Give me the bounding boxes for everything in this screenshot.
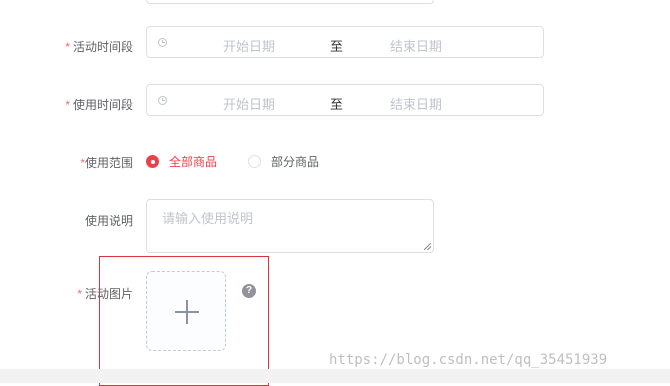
start-date-input[interactable]: 开始日期: [223, 36, 275, 55]
clock-icon: [158, 96, 167, 105]
radio-all-products[interactable]: 全部商品: [146, 153, 217, 169]
question-circle-icon[interactable]: ?: [242, 284, 256, 298]
watermark: https://blog.csdn.net/qq_35451939: [329, 352, 608, 368]
resize-handle-icon[interactable]: [424, 243, 431, 250]
required-mark: *: [77, 287, 82, 301]
bottom-bar: [0, 369, 670, 383]
activity-time-label: * 活动时间段: [65, 40, 133, 54]
clock-icon: [158, 38, 167, 47]
end-date-input[interactable]: 结束日期: [390, 94, 442, 113]
required-mark: *: [65, 98, 70, 112]
end-date-input[interactable]: 结束日期: [390, 36, 442, 55]
activity-time-range-picker[interactable]: 开始日期 至 结束日期: [146, 26, 544, 58]
radio-partial-products[interactable]: 部分商品: [248, 153, 319, 169]
range-separator: 至: [330, 97, 344, 112]
activity-image-label: * 活动图片: [77, 287, 133, 301]
textarea-placeholder: 请输入使用说明: [162, 211, 254, 226]
required-mark: *: [65, 40, 70, 54]
range-separator: 至: [330, 39, 344, 54]
use-time-label: * 使用时间段: [65, 98, 133, 112]
plus-icon-vertical: [186, 300, 188, 324]
use-scope-label: *使用范围: [80, 156, 133, 170]
use-time-range-picker[interactable]: 开始日期 至 结束日期: [146, 84, 544, 116]
radio-unchecked-icon: [248, 154, 261, 168]
start-date-input[interactable]: 开始日期: [223, 94, 275, 113]
radio-checked-icon: [146, 154, 159, 168]
use-description-label: 使用说明: [84, 214, 133, 228]
use-description-textarea[interactable]: 请输入使用说明: [146, 199, 434, 253]
image-upload-button[interactable]: [146, 271, 226, 351]
previous-input-bottom-edge[interactable]: [146, 0, 434, 4]
